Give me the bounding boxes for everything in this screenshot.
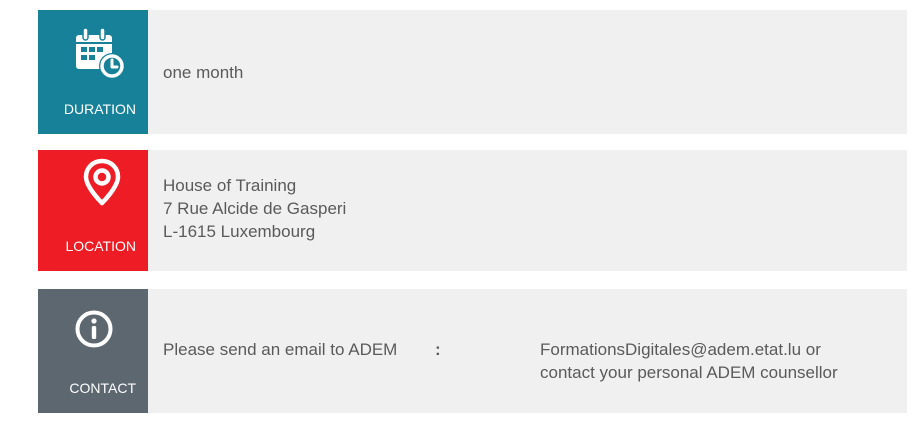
duration-badge: DURATION <box>38 10 148 134</box>
address: House of Training 7 Rue Alcide de Gasper… <box>163 174 346 243</box>
duration-label: DURATION <box>63 101 136 117</box>
location-label: LOCATION <box>65 238 136 254</box>
contact-label: CONTACT <box>69 380 136 396</box>
contact-email-line[interactable]: FormationsDigitales@adem.etat.lu or <box>540 338 838 361</box>
contact-counsellor-line: contact your personal ADEM counsellor <box>540 363 838 382</box>
address-line: 7 Rue Alcide de Gasperi <box>163 199 347 218</box>
contact-badge: CONTACT <box>38 289 148 413</box>
location-badge: LOCATION <box>38 150 148 271</box>
duration-value: one month <box>163 63 244 82</box>
location-row: LOCATION House of Training 7 Rue Alcide … <box>38 150 907 271</box>
info-circle-icon <box>75 310 113 348</box>
location-content: House of Training 7 Rue Alcide de Gasper… <box>148 150 907 271</box>
address-line: House of Training <box>163 176 297 195</box>
contact-content: Please send an email to ADEM : Formation… <box>148 289 907 413</box>
contact-row: CONTACT Please send an email to ADEM : F… <box>38 289 907 413</box>
map-pin-icon <box>83 158 121 206</box>
duration-row: DURATION one month <box>38 10 907 134</box>
calendar-clock-icon <box>76 27 125 79</box>
contact-separator: : <box>435 340 441 359</box>
duration-content: one month <box>148 10 907 134</box>
contact-detail: FormationsDigitales@adem.etat.lu or cont… <box>540 338 838 384</box>
address-line: L-1615 Luxembourg <box>163 222 316 241</box>
contact-instruction: Please send an email to ADEM <box>163 340 398 359</box>
